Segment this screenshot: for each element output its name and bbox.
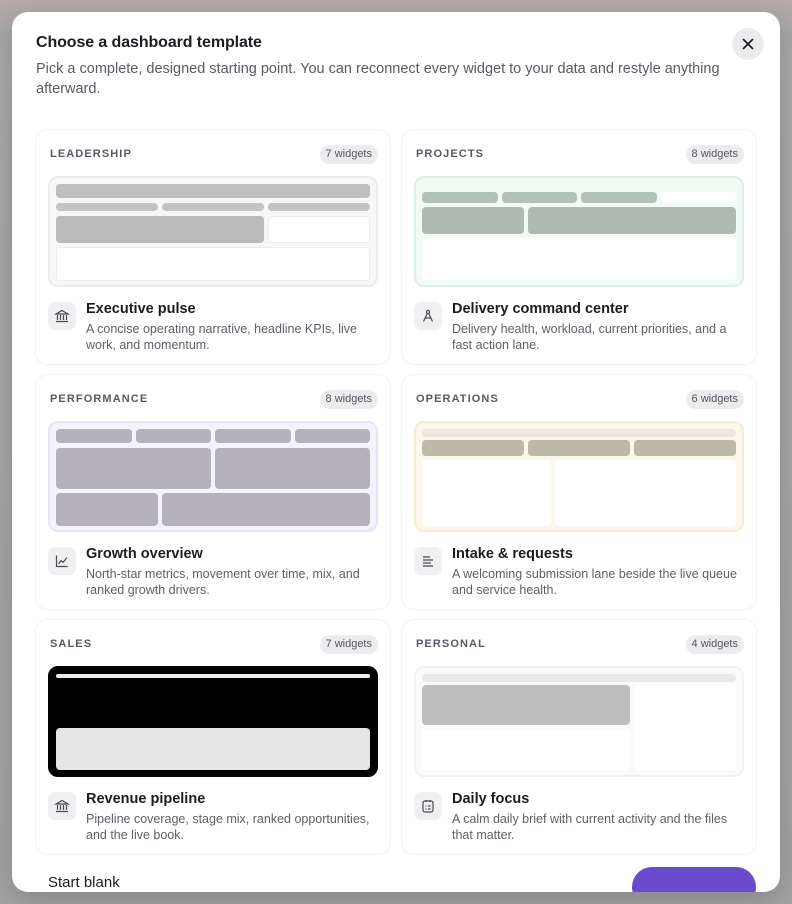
dialog-title: Choose a dashboard template [36,34,262,51]
template-description: A welcoming submission lane beside the l… [452,567,737,597]
use-template-button[interactable] [632,867,756,892]
queue-icon [423,556,433,567]
template-title: Delivery command center [452,301,629,317]
template-preview [414,666,744,777]
start-blank-button[interactable]: Start blank [48,874,120,891]
template-card-revenue-pipeline[interactable]: SALES 7 widgets Revenue pipeline Pipelin… [36,620,390,854]
template-icon [414,792,442,820]
template-category: PROJECTS [416,148,485,160]
template-category: PERSONAL [416,638,486,650]
template-card-executive-pulse[interactable]: LEADERSHIP 7 widgets Executive pulse A c… [36,130,390,364]
template-title: Intake & requests [452,546,573,562]
template-preview [48,666,378,777]
template-card-intake-requests[interactable]: OPERATIONS 6 widgets Intake & requests A… [402,375,756,609]
close-button[interactable] [732,28,764,60]
template-category: LEADERSHIP [50,148,132,160]
template-preview [414,176,744,287]
template-icon [414,302,442,330]
template-title: Revenue pipeline [86,791,206,807]
dialog-subtitle: Pick a complete, designed starting point… [36,61,720,97]
template-preview [414,421,744,532]
template-description: A calm daily brief with current activity… [452,812,728,842]
template-icon [48,302,76,330]
widget-count-badge: 6 widgets [685,390,744,409]
template-dialog: Choose a dashboard template Pick a compl… [12,12,780,892]
planner-icon [422,800,434,813]
widget-count-badge: 4 widgets [685,635,744,654]
template-card-daily-focus[interactable]: PERSONAL 4 widgets Daily focus A calm da… [402,620,756,854]
template-preview [48,176,378,287]
template-preview [48,421,378,532]
widget-count-badge: 7 widgets [319,145,378,164]
compass-icon [422,309,434,322]
template-category: SALES [50,638,93,650]
template-card-delivery-command-center[interactable]: PROJECTS 8 widgets Delivery command cent… [402,130,756,364]
template-card-growth-overview[interactable]: PERFORMANCE 8 widgets Growth overview No… [36,375,390,609]
template-description: A concise operating narrative, headline … [86,322,357,352]
line-chart-icon [55,555,68,568]
template-description: North-star metrics, movement over time, … [86,567,360,597]
close-icon [742,38,754,50]
template-title: Executive pulse [86,301,196,317]
template-title: Daily focus [452,791,530,807]
template-icon [414,547,442,575]
template-icon [48,792,76,820]
widget-count-badge: 8 widgets [319,390,378,409]
template-description: Pipeline coverage, stage mix, ranked opp… [86,812,370,842]
template-description: Delivery health, workload, current prior… [452,322,727,352]
template-category: PERFORMANCE [50,393,149,405]
template-title: Growth overview [86,546,203,562]
template-icon [48,547,76,575]
bank-icon [54,799,70,813]
widget-count-badge: 8 widgets [685,145,744,164]
template-category: OPERATIONS [416,393,499,405]
template-grid: LEADERSHIP 7 widgets Executive pulse A c… [36,130,756,854]
bank-icon [54,309,70,323]
widget-count-badge: 7 widgets [319,635,378,654]
